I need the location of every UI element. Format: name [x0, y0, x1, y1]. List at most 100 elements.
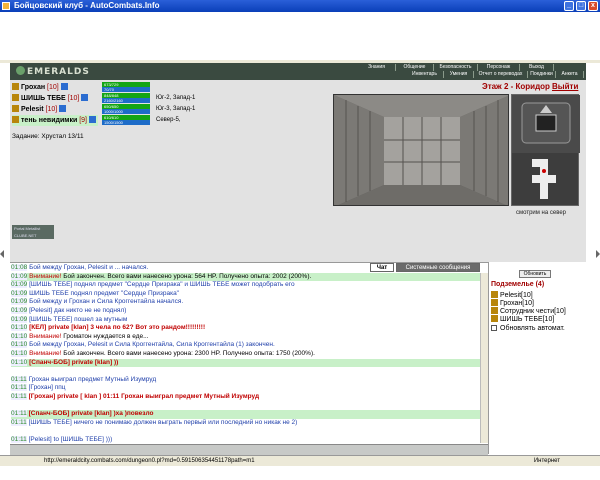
- member-icon: [12, 116, 19, 123]
- chat-time[interactable]: 01:09: [11, 289, 28, 297]
- banner-line-1: Portal Metallist: [14, 226, 41, 231]
- chat-time[interactable]: 01:11: [11, 392, 27, 400]
- chat-text: [Грохан] ппц: [28, 384, 66, 392]
- dungeon-member-name[interactable]: ШИШЬ ТЕБЕ[10]: [500, 316, 554, 323]
- chat-time[interactable]: 01:09: [11, 281, 28, 289]
- close-button[interactable]: x: [588, 1, 598, 11]
- info-icon[interactable]: [89, 116, 97, 123]
- party-member[interactable]: ШИШЬ ТЕБЕ [10]: [12, 93, 90, 104]
- dungeon-member-name[interactable]: Сотрудник чести[10]: [500, 308, 566, 315]
- subnav-3[interactable]: Отчет о переводах: [474, 71, 528, 78]
- member-coord: Север-5,: [156, 117, 181, 123]
- subnav-1[interactable]: Инвентарь: [406, 71, 444, 78]
- subnav-4[interactable]: Поединки: [528, 71, 556, 78]
- dungeon-member[interactable]: ШИШЬ ТЕБЕ[10]: [491, 315, 554, 324]
- party-member[interactable]: Грохан [10]: [12, 82, 70, 93]
- minimize-button[interactable]: _: [564, 1, 574, 11]
- chat-text: [ШИШЬ ТЕБЕ] поднял предмет "Сердце Призр…: [29, 281, 295, 289]
- chat-time[interactable]: 01:11: [11, 418, 27, 426]
- right-collapse-arrow-icon[interactable]: [596, 250, 600, 258]
- left-collapse-arrow-icon[interactable]: [0, 250, 4, 258]
- chat-line: 01:11 [Грохан] private [ klan ] 01:11 Гр…: [11, 392, 480, 402]
- chat-time[interactable]: 01:11: [11, 384, 27, 392]
- chat-line: 01:10 Бой между Грохан, Pelesit и Сила К…: [11, 341, 480, 350]
- maximize-button[interactable]: □: [576, 1, 586, 11]
- info-icon[interactable]: [59, 105, 67, 112]
- corridor-view: [334, 95, 508, 205]
- chat-log: 01:08 Бой между Грохан, Pelesit и ... на…: [10, 264, 480, 444]
- member-name[interactable]: Грохан: [21, 84, 45, 91]
- member-level: [10]: [47, 84, 59, 91]
- chat-time[interactable]: 01:09: [11, 272, 28, 280]
- chat-input-bar[interactable]: [10, 444, 488, 455]
- info-icon[interactable]: [60, 83, 68, 90]
- member-bars: 650/650 1000/1000: [102, 104, 150, 114]
- subnav-2[interactable]: Умения: [444, 71, 474, 78]
- nav-3[interactable]: Безопасность: [434, 64, 478, 71]
- chat-time[interactable]: 01:10: [11, 324, 28, 332]
- chat-line: 01:09 Внимание! Бой закончен. Всего вами…: [11, 272, 480, 282]
- member-coord: Юг-3, Запад-1: [156, 106, 196, 112]
- dungeon-members-title: Подземелье (4): [491, 281, 545, 288]
- chat-time[interactable]: 01:10: [11, 358, 28, 366]
- auto-refresh-checkbox[interactable]: Обновлять автомат.: [491, 325, 565, 332]
- chat-time[interactable]: 01:10: [11, 332, 28, 340]
- nav-5[interactable]: Выход: [520, 64, 554, 71]
- chat-line: 01:09 Бой между и Грохан и Сила Кроггент…: [11, 298, 480, 307]
- mp-bar: 70/70: [102, 87, 150, 92]
- tab-chat[interactable]: Чат: [370, 263, 394, 272]
- mp-bar: 2160/2160: [102, 98, 150, 103]
- chat-time[interactable]: 01:09: [11, 306, 28, 314]
- member-bars: 673/729 70/70: [102, 82, 150, 92]
- member-icon: [491, 307, 498, 314]
- dungeon-panel: Этаж 2 - Коридор Выйти смотрим на север: [330, 80, 586, 265]
- browser-toolbar-area: [0, 12, 600, 62]
- chat-time[interactable]: 01:10: [11, 349, 28, 357]
- chat-time[interactable]: 01:08: [11, 264, 28, 271]
- dungeon-member-name[interactable]: Pelesit[10]: [500, 292, 533, 299]
- facing-caption: смотрим на север: [516, 210, 567, 216]
- chat-time[interactable]: 01:11: [11, 410, 27, 418]
- mp-bar: 1000/1000: [102, 109, 150, 114]
- tab-system-messages[interactable]: Системные сообщения: [396, 263, 480, 272]
- subnav-5[interactable]: Анкета: [556, 71, 584, 78]
- chat-time[interactable]: 01:09: [11, 315, 28, 323]
- exit-link[interactable]: Выйти: [552, 82, 578, 91]
- chat-time[interactable]: 01:10: [11, 341, 28, 349]
- nav-4[interactable]: Персонаж: [478, 64, 520, 71]
- chat-text: Бой закончен. Всего вами нанесено урона:…: [63, 349, 315, 357]
- checkbox-icon[interactable]: [491, 325, 497, 331]
- chat-line: 01:11 [Грохан] ппц: [11, 384, 480, 393]
- member-icon: [491, 299, 498, 306]
- chat-text: [ШИШЬ ТЕБЕ] пошел за мутным: [29, 315, 128, 323]
- ie-app-icon: [2, 2, 10, 10]
- nav-2[interactable]: Общение: [396, 64, 434, 71]
- party-member[interactable]: тень невидимки [9]: [12, 115, 99, 126]
- nav-1[interactable]: Знания: [358, 64, 396, 71]
- portal-banner[interactable]: Portal Metallist CLUBE.NET: [12, 225, 54, 239]
- member-name[interactable]: Pelesit: [21, 106, 44, 113]
- task-text: Задание: Хрустал 13/11: [12, 133, 84, 140]
- refresh-button[interactable]: Обновить: [519, 270, 551, 278]
- chat-line: 01:10 [Спанч-БОБ] private [klan] )): [11, 358, 480, 368]
- member-level: [10]: [67, 95, 80, 102]
- party-member[interactable]: Pelesit [10]: [12, 104, 68, 115]
- chat-scrollbar[interactable]: [480, 273, 488, 443]
- chat-time[interactable]: 01:11: [11, 375, 27, 383]
- member-name[interactable]: ШИШЬ ТЕБЕ: [21, 95, 66, 102]
- member-icon: [491, 291, 498, 298]
- member-name[interactable]: тень невидимки: [21, 117, 77, 124]
- chat-text: Бой между Грохан, Pelesit и ... начался.: [29, 264, 149, 271]
- chat-area: 01:08 Бой между Грохан, Pelesit и ... на…: [10, 262, 488, 455]
- chat-line: 01:09 [Pelesit] дак никто не не поднял): [11, 306, 480, 316]
- member-icon: [12, 94, 19, 101]
- chat-line: 01:10 [КЕЛ] private [klan] 3 чела по 62?…: [11, 324, 480, 333]
- chat-time[interactable]: 01:11: [11, 435, 27, 443]
- info-icon[interactable]: [81, 94, 89, 101]
- chat-text: [Спанч-БОБ] private [klan] )ха )повезло: [28, 410, 154, 418]
- dungeon-member-name[interactable]: Грохан[10]: [500, 300, 534, 307]
- chat-time[interactable]: 01:09: [11, 298, 28, 306]
- member-bars: 848/848 2160/2160: [102, 93, 150, 103]
- minimap-graphic: [512, 95, 580, 199]
- chat-line: 01:11 [Спанч-БОБ] private [klan] )ха )по…: [11, 410, 480, 419]
